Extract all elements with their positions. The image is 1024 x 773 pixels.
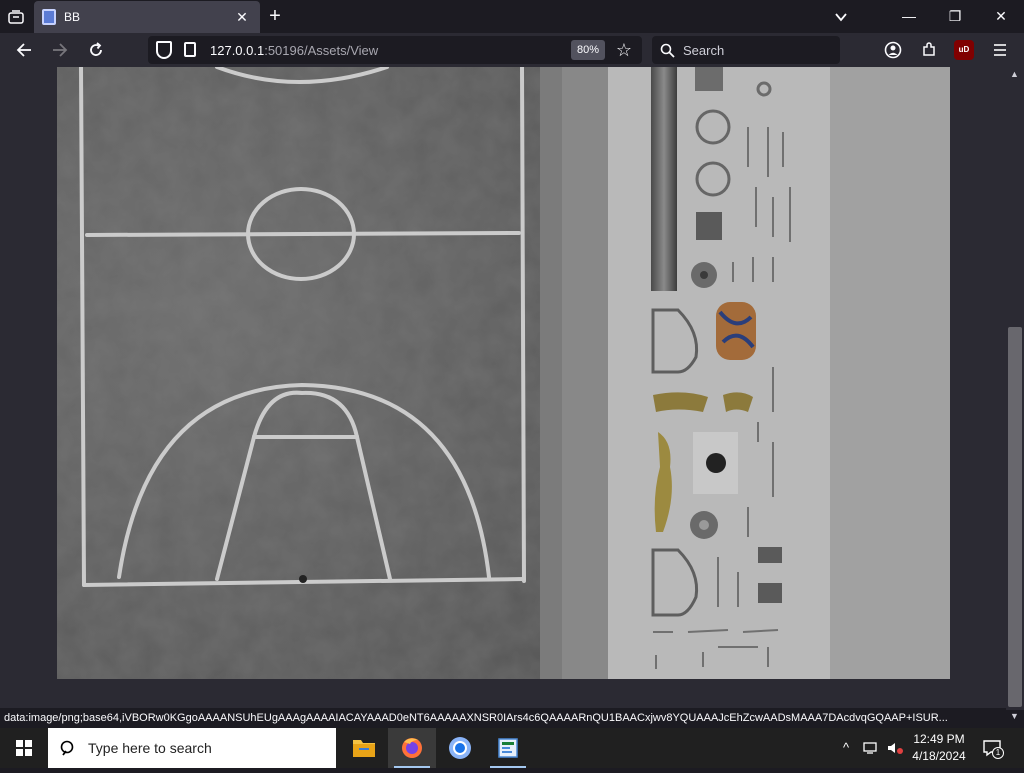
volume-muted-icon[interactable] xyxy=(884,728,906,768)
tab-list-icon[interactable] xyxy=(6,7,26,27)
close-window-button[interactable]: ✕ xyxy=(978,0,1024,33)
ublock-origin-icon[interactable]: uD xyxy=(954,40,974,60)
tab-bb[interactable]: BB ✕ xyxy=(34,1,260,33)
scroll-up-icon[interactable]: ▲ xyxy=(1010,69,1019,79)
texture-image[interactable] xyxy=(57,67,950,679)
extensions-icon[interactable] xyxy=(916,37,942,63)
windows-taskbar: Type here to search ^ 12:49 PM 4/18/2024… xyxy=(0,728,1024,768)
clock-time: 12:49 PM xyxy=(913,732,965,746)
url-text[interactable]: 127.0.0.1:50196/Assets/View xyxy=(210,43,378,58)
texture-margin xyxy=(540,67,562,679)
notifications-icon[interactable]: 1 xyxy=(982,738,1004,759)
tab-title: BB xyxy=(64,10,81,24)
show-hidden-icons-chevron-icon[interactable]: ^ xyxy=(836,728,856,768)
status-link-preview: data:image/png;base64,iVBORw0KGgoAAAANSU… xyxy=(0,708,1006,728)
account-icon[interactable] xyxy=(880,37,906,63)
navigation-toolbar: 127.0.0.1:50196/Assets/View 80% ☆ Search… xyxy=(0,33,1024,67)
texture-right-area xyxy=(830,67,950,679)
basketball-court-texture xyxy=(57,67,562,679)
zoom-level-button[interactable]: 80% xyxy=(571,40,605,60)
notification-count-badge: 1 xyxy=(992,747,1004,759)
network-icon[interactable] xyxy=(860,728,882,768)
texture-atlas xyxy=(608,67,830,679)
star-icon[interactable]: ☆ xyxy=(613,39,635,61)
taskbar-search-placeholder: Type here to search xyxy=(88,740,212,756)
url-host: 127.0.0.1 xyxy=(210,43,265,58)
search-input[interactable]: Search xyxy=(652,36,840,64)
title-bar: BB ✕ + — ❐ ✕ xyxy=(0,0,1024,33)
texture-strip xyxy=(562,67,608,679)
search-icon xyxy=(60,737,77,762)
forward-arrow-icon[interactable] xyxy=(47,37,73,63)
hamburger-menu-icon[interactable] xyxy=(987,37,1013,63)
page-scrollbar[interactable]: ▲ ▼ xyxy=(1006,67,1024,721)
start-button[interactable] xyxy=(0,728,48,768)
taskbar-search-input[interactable]: Type here to search xyxy=(48,728,336,768)
clock-date: 4/18/2024 xyxy=(912,749,966,763)
tracking-protection-shield-icon[interactable] xyxy=(156,41,172,59)
page-content xyxy=(0,67,1006,710)
atlas-graphic xyxy=(651,67,791,669)
chrome-icon[interactable] xyxy=(436,728,484,768)
reload-icon[interactable] xyxy=(83,37,109,63)
court-lines-graphic xyxy=(57,67,562,679)
chevron-down-icon[interactable] xyxy=(830,6,852,28)
visual-studio-icon[interactable] xyxy=(484,728,532,768)
address-bar[interactable]: 127.0.0.1:50196/Assets/View 80% ☆ xyxy=(148,36,642,64)
back-arrow-icon[interactable] xyxy=(11,37,37,63)
search-placeholder: Search xyxy=(683,43,725,58)
tab-close-icon[interactable]: ✕ xyxy=(232,7,252,27)
scroll-down-icon[interactable]: ▼ xyxy=(1010,711,1019,721)
system-clock[interactable]: 12:49 PM 4/18/2024 xyxy=(908,731,970,765)
new-tab-plus-icon[interactable]: + xyxy=(264,6,286,28)
restore-button[interactable]: ❐ xyxy=(932,0,978,33)
search-icon xyxy=(660,40,675,62)
url-path: :50196/Assets/View xyxy=(264,43,379,58)
minimize-button[interactable]: — xyxy=(886,0,932,33)
firefox-icon[interactable] xyxy=(388,728,436,768)
scrollbar-thumb[interactable] xyxy=(1008,327,1022,707)
page-info-icon[interactable] xyxy=(184,42,196,57)
windows-logo-icon xyxy=(16,740,32,756)
file-explorer-icon[interactable] xyxy=(340,728,388,768)
page-favicon-icon xyxy=(42,9,56,25)
